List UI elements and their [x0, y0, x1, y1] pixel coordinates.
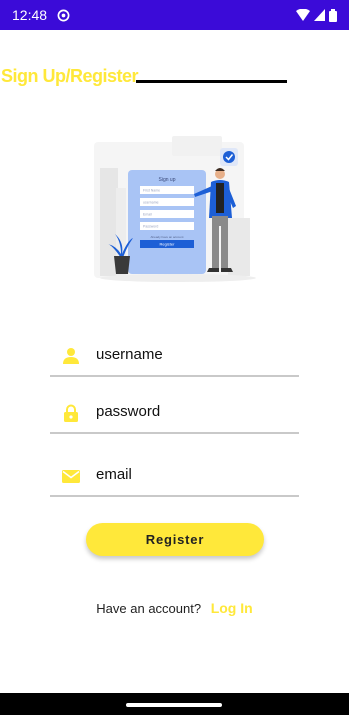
- password-underline: [50, 432, 299, 434]
- navigation-bar: [0, 693, 349, 715]
- username-input[interactable]: [96, 339, 292, 369]
- title-row: Sign Up/Register: [0, 66, 349, 94]
- lock-icon: [64, 404, 78, 422]
- illustration-field-4: Password: [143, 225, 158, 229]
- page-title: Sign Up/Register: [1, 66, 139, 86]
- account-row: Have an account? Log In: [0, 600, 349, 620]
- register-button[interactable]: Register: [86, 523, 264, 556]
- checkmark-badge-icon: [220, 148, 238, 166]
- wifi-icon: [296, 9, 310, 21]
- email-field-row: [50, 453, 299, 497]
- battery-icon: [329, 8, 337, 22]
- password-field-row: [50, 390, 299, 434]
- email-input[interactable]: [96, 459, 292, 489]
- have-account-text: Have an account?: [96, 601, 202, 616]
- username-underline: [50, 375, 299, 377]
- sync-icon: [57, 9, 70, 21]
- illustration-field-1: First Name: [143, 189, 160, 193]
- login-link[interactable]: Log In: [211, 600, 253, 616]
- home-indicator[interactable]: [126, 703, 222, 707]
- person-icon: [63, 348, 79, 364]
- illustration-button: Register: [160, 242, 176, 247]
- illustration-field-2: username: [143, 201, 159, 205]
- title-underline: [136, 80, 287, 83]
- signal-icon: [314, 9, 325, 21]
- illustration-link: Already have an account: [150, 235, 183, 239]
- illustration-form-title: Sign up: [159, 177, 176, 183]
- status-time: 12:48: [12, 7, 48, 23]
- password-input[interactable]: [96, 396, 292, 426]
- email-underline: [50, 495, 299, 497]
- signup-illustration: Sign up First Name username Email Passwo…: [94, 136, 256, 282]
- mail-icon: [62, 470, 80, 483]
- username-field-row: [50, 333, 299, 377]
- status-icons: [296, 8, 337, 22]
- illustration-field-3: Email: [143, 213, 152, 217]
- status-bar: 12:48: [0, 0, 349, 30]
